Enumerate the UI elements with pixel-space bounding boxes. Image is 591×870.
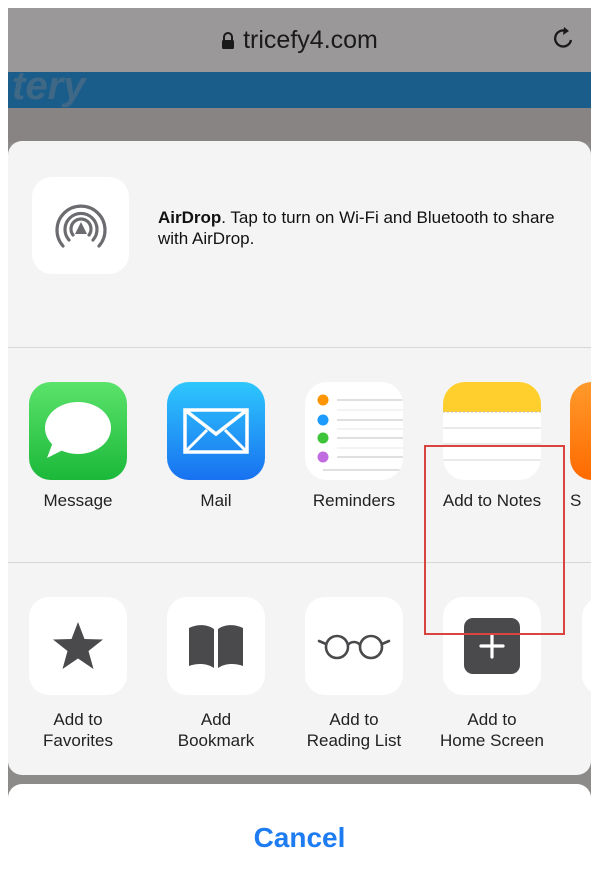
airdrop-icon	[54, 204, 107, 248]
cancel-button[interactable]: Cancel	[8, 784, 591, 870]
reload-icon[interactable]	[553, 25, 575, 51]
share-app-message[interactable]: Message	[18, 382, 138, 511]
mail-icon	[167, 382, 265, 480]
lock-icon	[222, 32, 235, 49]
glasses-icon	[305, 597, 403, 695]
message-icon	[29, 382, 127, 480]
background-site-content	[8, 108, 591, 142]
action-label: Add Bookmark	[177, 710, 255, 750]
action-add-to-reading-list[interactable]: Add to Reading List	[294, 597, 414, 751]
action-add-to-favorites[interactable]: Add to Favorites	[18, 597, 138, 751]
action-label: Add to Favorites	[43, 710, 113, 750]
share-app-label: Mail	[200, 491, 232, 510]
action-add-bookmark[interactable]: Add Bookmark	[156, 597, 276, 751]
action-partial[interactable]	[582, 597, 591, 695]
book-icon	[167, 597, 265, 695]
partial-app-icon	[570, 382, 591, 480]
highlight-box	[424, 445, 565, 635]
background-site-logo: tery	[12, 64, 86, 108]
reminders-icon	[305, 382, 403, 480]
star-icon	[29, 597, 127, 695]
airdrop-tile[interactable]	[32, 177, 129, 274]
cancel-label: Cancel	[253, 822, 346, 853]
share-app-label: Reminders	[312, 491, 396, 510]
action-label: Add to Home Screen	[440, 710, 544, 750]
airdrop-title: AirDrop	[158, 208, 222, 227]
share-app-reminders[interactable]: Reminders	[294, 382, 414, 511]
action-label: Add to Reading List	[306, 710, 402, 750]
partial-action-tile	[582, 597, 591, 695]
address-bar[interactable]: tricefy4.com	[8, 8, 591, 72]
background-site-header: tery	[8, 64, 591, 108]
airdrop-text: AirDrop. Tap to turn on Wi-Fi and Blueto…	[158, 207, 578, 249]
share-app-label: Message	[43, 491, 113, 510]
share-app-mail[interactable]: Mail	[156, 382, 276, 511]
share-app-label: S	[570, 491, 582, 510]
airdrop-section[interactable]: AirDrop. Tap to turn on Wi-Fi and Blueto…	[8, 141, 591, 348]
domain-text: tricefy4.com	[243, 26, 378, 54]
screen: tricefy4.com tery AirDrop. Tap to turn o…	[8, 8, 591, 870]
share-app-partial[interactable]: S	[570, 382, 591, 511]
url-display[interactable]: tricefy4.com	[8, 26, 591, 55]
